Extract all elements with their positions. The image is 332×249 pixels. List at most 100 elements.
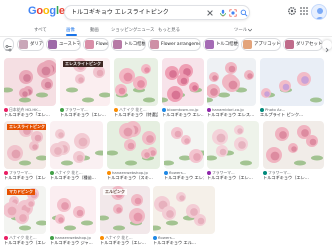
image-result[interactable]: エレスライトピンク フラワーマ... トルコギキョウ（エレ... <box>4 121 46 181</box>
image-thumbnail[interactable] <box>207 58 256 106</box>
chip-1[interactable]: ユーストマ <box>46 38 81 51</box>
chip-label: ユーストマ <box>59 42 81 47</box>
nav-divider <box>0 36 332 37</box>
chip-label: Flower <box>96 42 109 47</box>
chip-thumbnail <box>285 40 294 49</box>
site-favicon-icon <box>4 107 8 112</box>
result-title[interactable]: トルコギキョウ エレス... <box>164 175 204 180</box>
image-thumbnail[interactable] <box>164 121 204 169</box>
image-result[interactable]: 日本花卉 HD.HK... トルコギキョウ「エレ... <box>4 58 56 118</box>
site-favicon-icon <box>263 170 267 175</box>
chip-4[interactable]: Flower arrangement <box>148 38 201 51</box>
result-title[interactable]: トルコギキョウ（種苗... <box>50 175 103 180</box>
result-title[interactable]: トルコギキョウ（エレ... <box>60 112 110 117</box>
chip-label: Flower arrangement <box>161 42 201 47</box>
image-result[interactable]: マカドピンク ハナイク 花と... トルコギキョウ（エレ... <box>4 186 46 246</box>
image-thumbnail[interactable] <box>260 58 324 106</box>
tab-all[interactable]: すべて <box>34 27 47 33</box>
site-favicon-icon <box>207 107 211 112</box>
result-title[interactable]: トルコギキョウ（エレ... <box>207 175 259 180</box>
image-thumbnail[interactable]: マカドピンク <box>4 186 46 234</box>
tab-more[interactable]: もっと見る <box>158 27 180 33</box>
result-title[interactable]: トルコギキョウ（エレ... <box>4 240 46 245</box>
flower-photo <box>50 121 103 169</box>
result-title[interactable]: トルコギキョウ（スキ... <box>107 175 160 180</box>
chevron-right-icon <box>325 47 329 53</box>
chip-thumbnail <box>113 40 122 49</box>
image-thumbnail[interactable] <box>114 58 158 106</box>
chip-label: ダリアセット <box>296 42 323 47</box>
search-icon[interactable] <box>240 9 248 17</box>
flower-photo <box>153 186 215 234</box>
image-result[interactable]: bloomtown.co.jp トルコギキョウ エレ... <box>162 58 204 118</box>
chip-0[interactable]: ダリア <box>17 38 44 51</box>
image-thumbnail[interactable] <box>153 186 215 234</box>
result-title[interactable]: エルプライト ピンク... <box>260 112 324 117</box>
site-favicon-icon <box>107 170 111 175</box>
result-title[interactable]: トルコギキョウ エレス... <box>207 112 256 117</box>
chip-3[interactable]: トルコ桔梗 <box>111 38 146 51</box>
image-result[interactable]: ハナイク 花と...トルコギキョウ（特選品... <box>114 58 158 118</box>
tab-news[interactable]: ニュース <box>137 27 154 33</box>
image-thumbnail[interactable] <box>162 58 204 106</box>
image-thumbnail[interactable]: エレスライトピンク <box>60 58 110 106</box>
site-favicon-icon <box>4 235 8 240</box>
settings-gear-icon[interactable] <box>287 6 297 16</box>
site-favicon-icon <box>100 235 104 240</box>
chip-7[interactable]: ダリアセット <box>283 38 323 51</box>
result-title[interactable]: トルコギキョウ（エレ... <box>263 175 324 180</box>
image-result[interactable]: hanaenwebshop.jp トルコギキョウ ジャ... <box>50 186 96 246</box>
flower-photo <box>207 58 256 106</box>
result-title[interactable]: トルコギキョウ エル... <box>153 240 215 245</box>
result-title[interactable]: トルコギキョウ（エレ... <box>100 240 150 245</box>
image-result[interactable]: フラワーマ... トルコギキョウ（エレ... <box>263 121 324 181</box>
chip-6[interactable]: アプリコット <box>241 38 281 51</box>
site-favicon-icon <box>164 170 168 175</box>
image-thumbnail[interactable] <box>263 121 324 169</box>
image-result[interactable]: flowers...トルコギキョウ エレス... <box>164 121 204 181</box>
image-result[interactable]: hanamidori.co.jp トルコギキョウ エレス... <box>207 58 256 118</box>
result-title[interactable]: トルコギキョウ（エレ... <box>4 175 46 180</box>
result-title[interactable]: トルコギキョウ ジャ... <box>50 240 96 245</box>
microphone-icon[interactable] <box>219 9 227 17</box>
result-title[interactable]: トルコギキョウ（特選品... <box>114 112 158 117</box>
result-title[interactable]: トルコギキョウ「エレ... <box>4 112 56 117</box>
image-result[interactable]: Photo Ac... エルプライト ピンク... <box>260 58 324 118</box>
site-favicon-icon <box>50 235 54 240</box>
image-thumbnail[interactable] <box>4 58 56 106</box>
flower-photo <box>162 58 204 106</box>
image-result[interactable]: エルピンク ハナイク 花と... トルコギキョウ（エレ... <box>100 186 150 246</box>
search-input[interactable]: トルコギキョウ エレスライトピンク <box>71 8 169 17</box>
chip-thumbnail <box>48 40 57 49</box>
search-box[interactable]: トルコギキョウ エレスライトピンク <box>64 5 250 20</box>
site-favicon-icon <box>60 107 64 112</box>
chip-2[interactable]: Flower <box>83 38 109 51</box>
site-favicon-icon <box>153 235 157 240</box>
tab-shopping[interactable]: ショッピング <box>111 27 137 33</box>
chip-5[interactable]: トルコ桔梗 <box>203 38 239 51</box>
chips-next-button[interactable] <box>322 40 332 53</box>
image-thumbnail[interactable]: エレスライトピンク <box>4 121 46 169</box>
chip-label: ダリア <box>30 42 44 47</box>
image-thumbnail[interactable] <box>50 186 96 234</box>
image-result[interactable]: flowers... トルコギキョウ エル... <box>153 186 215 246</box>
image-result[interactable]: フラワーマ... トルコギキョウ（エレ... <box>207 121 259 181</box>
account-avatar[interactable] <box>311 4 327 20</box>
flower-photo <box>4 58 56 106</box>
image-thumbnail[interactable]: エルピンク <box>100 186 150 234</box>
image-thumbnail[interactable] <box>50 121 103 169</box>
image-result[interactable]: hanaenwebshop.jp トルコギキョウ（スキ... <box>107 121 160 181</box>
image-result[interactable]: ハナイク 花と... トルコギキョウ（種苗... <box>50 121 103 181</box>
tab-videos[interactable]: 動画 <box>90 27 99 33</box>
result-title[interactable]: トルコギキョウ エレ... <box>162 112 204 117</box>
image-thumbnail[interactable] <box>207 121 259 169</box>
image-thumbnail[interactable] <box>107 121 160 169</box>
image-result[interactable]: エレスライトピンク フラワーマ... トルコギキョウ（エレ... <box>60 58 110 118</box>
clear-icon[interactable] <box>206 9 214 17</box>
google-logo[interactable]: Google <box>28 5 65 18</box>
tools-button[interactable]: ツール <box>234 27 247 33</box>
camera-lens-icon[interactable] <box>229 9 237 17</box>
header: Google トルコギキョウ エレスライトピンク <box>0 0 332 24</box>
apps-grid-icon[interactable] <box>299 6 309 16</box>
tab-images[interactable]: 画像 <box>66 27 75 33</box>
